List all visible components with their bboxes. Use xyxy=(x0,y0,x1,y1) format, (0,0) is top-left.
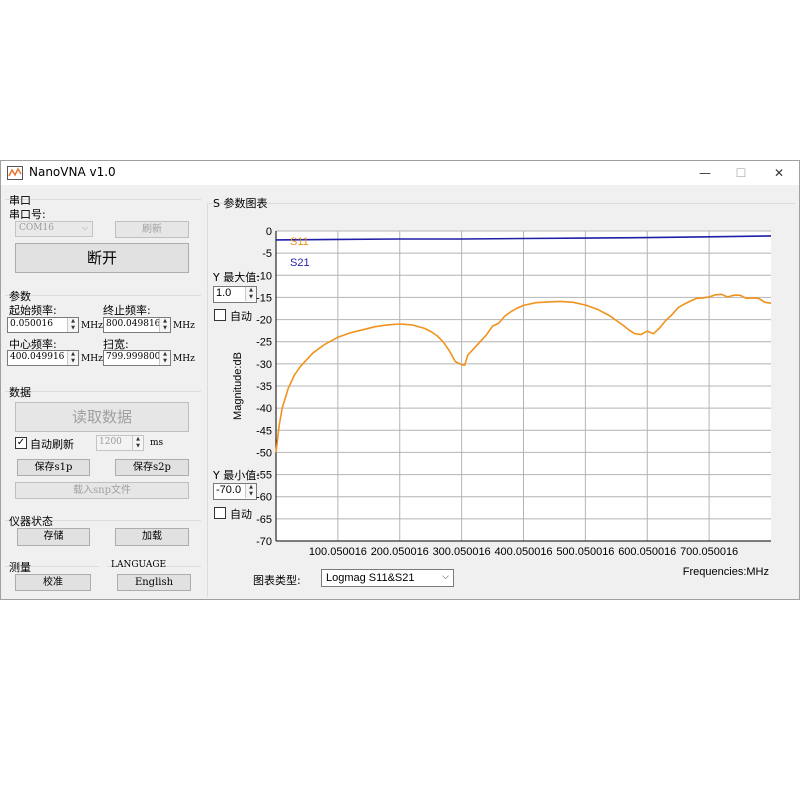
x-tick-label: 700.050016 xyxy=(680,546,738,558)
y-tick-label: -50 xyxy=(256,447,272,459)
y-tick-label: 0 xyxy=(266,226,272,238)
x-tick-label: 400.050016 xyxy=(494,546,552,558)
y-tick-label: -60 xyxy=(256,492,272,504)
y-tick-label: -65 xyxy=(256,514,272,526)
x-tick-label: 100.050016 xyxy=(309,546,367,558)
y-tick-label: -10 xyxy=(256,270,272,282)
s-parameter-chart: 0 -5 -10 -15 -20 -25 -30 -35 -40 -45 -50 -55 -60 -65 -… xyxy=(232,226,772,578)
x-axis-title: Frequencies:MHz xyxy=(683,566,769,578)
legend-s21: S21 xyxy=(290,257,310,269)
legend-s11: S11 xyxy=(290,236,309,248)
y-tick-label: -70 xyxy=(256,536,272,548)
y-axis-title: Magnitude:dB xyxy=(232,352,244,420)
x-tick-label: 200.050016 xyxy=(371,546,429,558)
y-tick-label: -5 xyxy=(262,248,272,260)
y-tick-label: -55 xyxy=(256,470,272,482)
y-tick-label: -30 xyxy=(256,359,272,371)
y-tick-label: -35 xyxy=(256,381,272,393)
y-tick-label: -45 xyxy=(256,425,272,437)
x-tick-label: 600.050016 xyxy=(618,546,676,558)
y-tick-label: -25 xyxy=(256,337,272,349)
x-tick-label: 500.050016 xyxy=(556,546,614,558)
x-tick-label: 300.050016 xyxy=(433,546,491,558)
y-tick-label: -40 xyxy=(256,403,272,415)
y-tick-label: -20 xyxy=(256,315,272,327)
y-tick-label: -15 xyxy=(256,292,272,304)
